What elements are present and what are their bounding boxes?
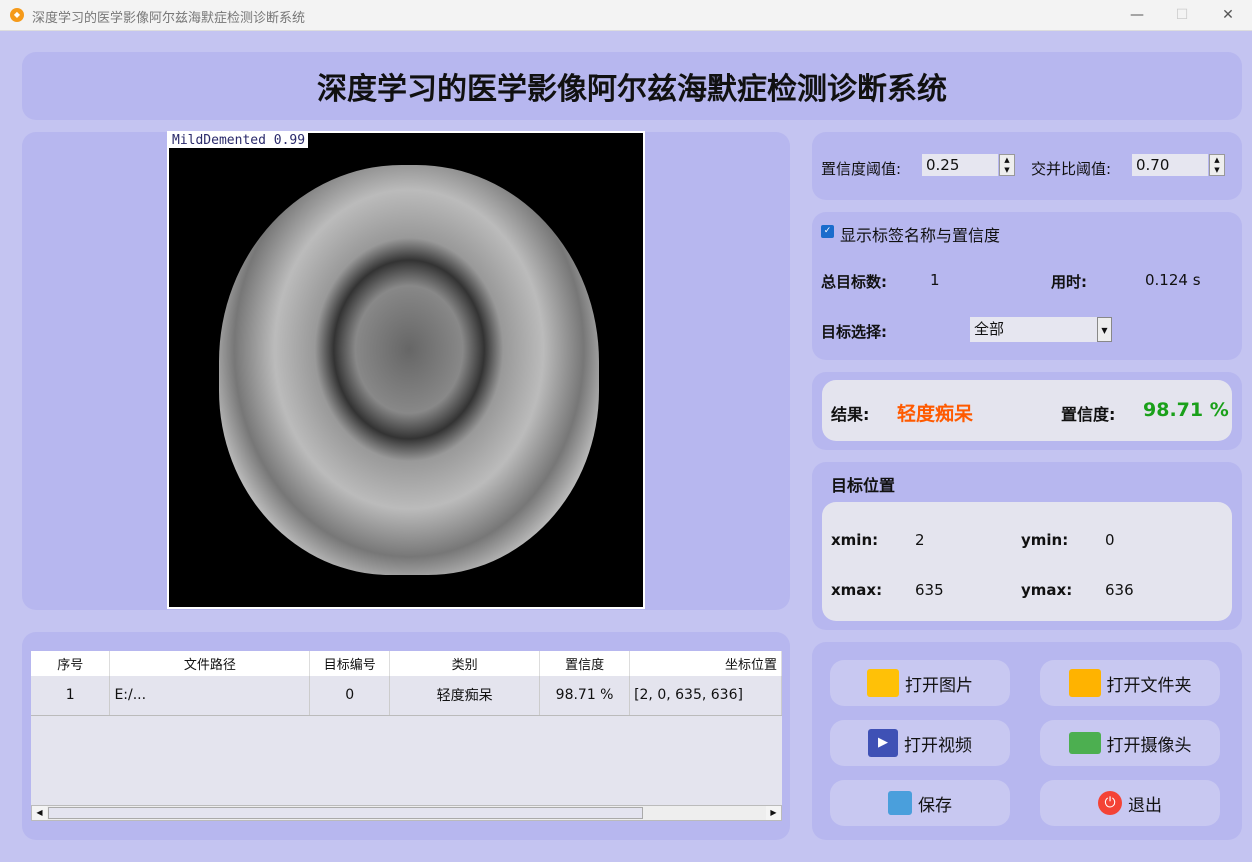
position-title: 目标位置: [831, 476, 896, 495]
position-box: [822, 502, 1232, 621]
cell-target-id: 0: [309, 676, 391, 716]
target-select-value: 全部: [974, 320, 1005, 338]
open-video-label: 打开视频: [904, 735, 972, 756]
exit-label: 退出: [1128, 795, 1162, 816]
iou-threshold-input[interactable]: 0.70: [1132, 154, 1208, 176]
minimize-button[interactable]: —: [1122, 4, 1152, 26]
time-value: 0.124 s: [1145, 271, 1201, 289]
result-conf-value: 98.71 %: [1143, 399, 1229, 421]
close-button[interactable]: ✕: [1213, 4, 1243, 26]
xmin-value: 2: [915, 531, 925, 549]
iou-threshold-label: 交并比阈值:: [1031, 160, 1112, 178]
col-class[interactable]: 类别: [389, 651, 541, 676]
open-image-label: 打开图片: [905, 675, 973, 696]
scroll-thumb[interactable]: [48, 807, 643, 819]
xmin-label: xmin:: [831, 531, 879, 549]
open-image-button[interactable]: 打开图片: [830, 660, 1010, 706]
conf-threshold-input[interactable]: 0.25: [922, 154, 998, 176]
cell-path: E:/...: [109, 676, 311, 716]
iou-threshold-spinner[interactable]: ▲ ▼: [1209, 154, 1225, 176]
app-logo-icon: ◆: [10, 8, 24, 22]
cell-confidence: 98.71 %: [539, 676, 631, 716]
mri-image: MildDemented 0.99: [167, 131, 645, 609]
folder-icon: [1068, 669, 1101, 697]
open-camera-label: 打开摄像头: [1106, 735, 1192, 756]
open-camera-button[interactable]: 打开摄像头: [1040, 720, 1220, 766]
col-path[interactable]: 文件路径: [109, 651, 311, 676]
open-folder-button[interactable]: 打开文件夹: [1040, 660, 1220, 706]
window-title: 深度学习的医学影像阿尔兹海默症检测诊断系统: [32, 11, 306, 26]
total-value: 1: [930, 271, 940, 289]
brain-scan: [219, 165, 599, 575]
table-row[interactable]: 1 E:/... 0 轻度痴呆 98.71 % [2, 0, 635, 636]: [31, 676, 782, 716]
page-title: 深度学习的医学影像阿尔兹海默症检测诊断系统: [317, 72, 947, 107]
ymax-value: 636: [1105, 581, 1134, 599]
exit-button[interactable]: ⏻ 退出: [1040, 780, 1220, 826]
horizontal-scrollbar[interactable]: ◀ ▶: [31, 805, 782, 821]
conf-threshold-spinner[interactable]: ▲ ▼: [999, 154, 1015, 176]
target-select-label: 目标选择:: [821, 323, 887, 341]
col-coords[interactable]: 坐标位置: [629, 651, 782, 676]
ymin-value: 0: [1105, 531, 1115, 549]
results-table[interactable]: 序号 文件路径 目标编号 类别 置信度 坐标位置 1 E:/... 0 轻度痴呆…: [31, 651, 782, 821]
video-icon: ▶: [868, 729, 898, 757]
title-bar: ◆ 深度学习的医学影像阿尔兹海默症检测诊断系统 — ☐ ✕: [0, 0, 1252, 31]
image-icon: [867, 669, 899, 697]
open-video-button[interactable]: ▶ 打开视频: [830, 720, 1010, 766]
camera-icon: [1068, 732, 1101, 754]
col-index[interactable]: 序号: [31, 651, 111, 676]
col-confidence[interactable]: 置信度: [539, 651, 631, 676]
show-label-checkbox[interactable]: ✓: [821, 225, 834, 238]
header-panel: 深度学习的医学影像阿尔兹海默症检测诊断系统: [22, 52, 1242, 120]
save-icon: [888, 791, 912, 815]
save-button[interactable]: 保存: [830, 780, 1010, 826]
cell-coords: [2, 0, 635, 636]: [629, 676, 782, 716]
table-header: 序号 文件路径 目标编号 类别 置信度 坐标位置: [31, 651, 782, 676]
scroll-left-icon[interactable]: ◀: [32, 806, 47, 820]
power-icon: ⏻: [1098, 791, 1122, 815]
scroll-right-icon[interactable]: ▶: [766, 806, 781, 820]
result-conf-label: 置信度:: [1061, 405, 1116, 424]
time-label: 用时:: [1051, 273, 1087, 291]
cell-class: 轻度痴呆: [389, 676, 541, 716]
cell-index: 1: [31, 676, 111, 716]
maximize-button[interactable]: ☐: [1167, 4, 1197, 26]
result-label: 结果:: [831, 405, 870, 424]
save-label: 保存: [918, 795, 952, 816]
ymin-label: ymin:: [1021, 531, 1069, 549]
conf-threshold-label: 置信度阈值:: [821, 160, 902, 178]
xmax-value: 635: [915, 581, 944, 599]
total-label: 总目标数:: [821, 273, 887, 291]
show-label-text: 显示标签名称与置信度: [840, 226, 1001, 245]
xmax-label: xmax:: [831, 581, 883, 599]
open-folder-label: 打开文件夹: [1106, 675, 1192, 696]
detection-label: MildDemented 0.99: [169, 133, 309, 148]
col-target-id[interactable]: 目标编号: [309, 651, 391, 676]
ymax-label: ymax:: [1021, 581, 1073, 599]
result-value: 轻度痴呆: [897, 403, 974, 425]
target-select[interactable]: 全部 ▼: [970, 317, 1112, 342]
chevron-down-icon[interactable]: ▼: [1097, 317, 1112, 342]
